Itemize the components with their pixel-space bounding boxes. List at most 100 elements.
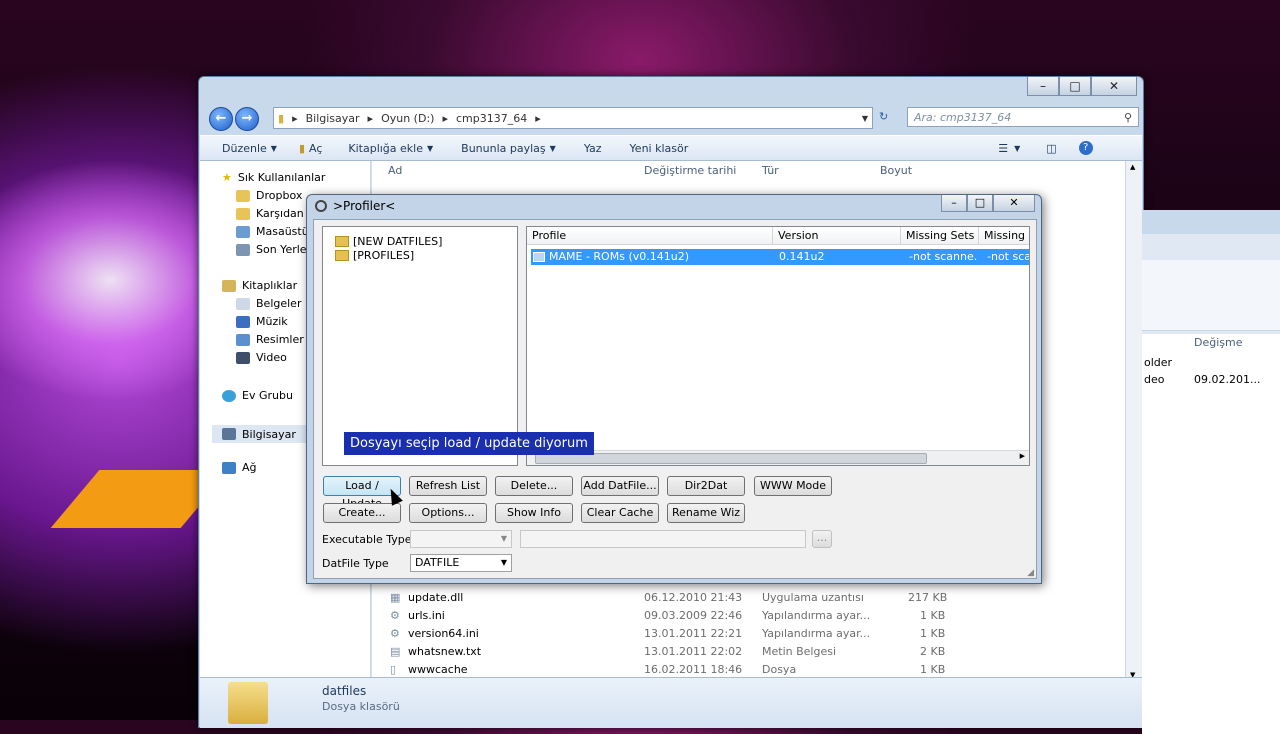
minimize-icon[interactable]: – <box>1027 77 1059 96</box>
toolbar-organize[interactable]: Düzenle <box>222 142 267 155</box>
chevron-down-icon[interactable]: ▼ <box>858 114 872 123</box>
preview-pane-icon[interactable]: ◫ <box>1046 142 1056 155</box>
nav-item-videos[interactable]: Video <box>236 351 287 364</box>
rename-wiz-button[interactable]: Rename Wiz <box>667 503 745 523</box>
column-header-size[interactable]: Boyut <box>880 161 912 181</box>
column-header-type[interactable]: Tür <box>762 161 779 181</box>
nav-libraries[interactable]: Kitaplıklar <box>222 279 297 292</box>
dialog-title: >Profiler< <box>333 199 396 213</box>
video-icon <box>236 351 250 364</box>
pictures-icon <box>236 333 250 346</box>
refresh-list-button[interactable]: Refresh List <box>409 476 487 496</box>
text-file-icon: ▤ <box>390 645 401 658</box>
search-icon <box>315 200 327 212</box>
dir2dat-button[interactable]: Dir2Dat <box>667 476 745 496</box>
nav-item-documents[interactable]: Belgeler <box>236 297 301 310</box>
search-icon[interactable]: ⚲ <box>1124 111 1132 124</box>
profile-tree[interactable]: [NEW DATFILES] [PROFILES] <box>322 226 518 466</box>
nav-network[interactable]: Ağ <box>222 461 257 474</box>
toolbar-open[interactable]: Aç <box>309 142 322 155</box>
toolbar-add-to-library[interactable]: Kitaplığa ekle <box>348 142 423 155</box>
clear-cache-button[interactable]: Clear Cache <box>581 503 659 523</box>
refresh-icon[interactable]: ↻ <box>879 110 888 123</box>
executable-type-label: Executable Type <box>322 533 412 546</box>
add-datfile-button[interactable]: Add DatFile... <box>581 476 659 496</box>
nav-item-desktop[interactable]: Masaüstü <box>236 225 309 238</box>
profile-grid[interactable]: Profile Version Missing Sets Missing F M… <box>526 226 1030 466</box>
list-item-date: 09.02.201... <box>1194 373 1261 386</box>
executable-type-select[interactable]: ▼ <box>410 530 512 548</box>
folder-icon: ▮ <box>278 111 285 125</box>
nav-item-downloads[interactable]: Karşıdan Y <box>236 207 314 220</box>
view-options-icon[interactable]: ☰ <box>998 142 1008 155</box>
column-header-name[interactable]: Ad <box>388 161 402 181</box>
horizontal-scrollbar[interactable]: ▶ <box>527 450 1029 465</box>
details-type: Dosya klasörü <box>322 700 400 713</box>
vertical-scrollbar[interactable]: ▲ ▼ <box>1125 161 1142 681</box>
scroll-right-icon[interactable]: ▶ <box>1020 452 1025 460</box>
toolbar-share-with[interactable]: Bununla paylaş <box>461 142 546 155</box>
column-header-missing-f[interactable]: Missing F <box>979 227 1029 245</box>
breadcrumb-item[interactable]: Bilgisayar <box>302 112 364 125</box>
table-row[interactable]: ⚙ urls.ini 09.03.2009 22:46 Yapılandırma… <box>372 607 1112 625</box>
close-icon[interactable]: ✕ <box>993 195 1035 212</box>
homegroup-icon <box>222 389 236 402</box>
column-header-version[interactable]: Version <box>773 227 901 245</box>
column-header-missing-sets[interactable]: Missing Sets <box>901 227 979 245</box>
maximize-icon[interactable]: □ <box>1059 77 1091 96</box>
column-header-date: Değişme <box>1194 336 1243 349</box>
annotation-caption: Dosyayı seçip load / update diyorum <box>344 432 594 455</box>
table-row[interactable]: ▦ update.dll 06.12.2010 21:43 Uygulama u… <box>372 589 1112 607</box>
nav-item-pictures[interactable]: Resimler <box>236 333 304 346</box>
create-button[interactable]: Create... <box>323 503 401 523</box>
breadcrumb-item[interactable]: cmp3137_64 <box>452 112 531 125</box>
column-header-date[interactable]: Değiştirme tarihi <box>644 161 736 181</box>
address-bar: ← → ▮ ▸ Bilgisayar ▸ Oyun (D:) ▸ cmp3137… <box>205 105 1139 131</box>
chevron-down-icon[interactable]: ▼ <box>1014 144 1020 153</box>
table-row[interactable]: ⚙ version64.ini 13.01.2011 22:21 Yapılan… <box>372 625 1112 643</box>
show-info-button[interactable]: Show Info <box>495 503 573 523</box>
tree-item-new-datfiles[interactable]: [NEW DATFILES] <box>335 235 442 248</box>
breadcrumb[interactable]: ▮ ▸ Bilgisayar ▸ Oyun (D:) ▸ cmp3137_64 … <box>273 107 873 129</box>
forward-arrow-icon[interactable]: → <box>235 107 259 131</box>
toolbar-new-folder[interactable]: Yeni klasör <box>630 142 689 155</box>
details-pane: datfiles Dosya klasörü <box>200 677 1142 728</box>
config-file-icon: ⚙ <box>390 627 400 640</box>
options-button[interactable]: Options... <box>409 503 487 523</box>
nav-item-recent[interactable]: Son Yerler <box>236 243 311 256</box>
breadcrumb-item[interactable]: Oyun (D:) <box>377 112 438 125</box>
datfile-type-select[interactable]: DATFILE ▼ <box>410 554 512 572</box>
table-row[interactable]: MAME - ROMs (v0.141u2) 0.141u2 -not scan… <box>531 249 1029 265</box>
back-arrow-icon[interactable]: ← <box>209 107 233 131</box>
folder-icon <box>228 682 268 724</box>
table-row[interactable]: ▤ whatsnew.txt 13.01.2011 22:02 Metin Be… <box>372 643 1112 661</box>
profile-icon <box>533 252 545 262</box>
nav-homegroup[interactable]: Ev Grubu <box>222 389 293 402</box>
list-item: older <box>1144 356 1173 369</box>
minimize-icon[interactable]: – <box>941 195 967 212</box>
folder-icon <box>335 236 349 247</box>
close-icon[interactable]: ✕ <box>1091 77 1137 96</box>
resize-grip-icon[interactable]: ◢ <box>1027 568 1034 578</box>
blank-file-icon: ▯ <box>390 663 397 676</box>
help-icon[interactable]: ? <box>1078 141 1093 155</box>
toolbar-burn[interactable]: Yaz <box>584 142 602 155</box>
browse-button[interactable]: ... <box>812 530 832 548</box>
tree-item-profiles[interactable]: [PROFILES] <box>335 249 414 262</box>
maximize-icon[interactable]: □ <box>967 195 993 212</box>
dialog-body: [NEW DATFILES] [PROFILES] Profile Versio… <box>313 219 1037 579</box>
delete-button[interactable]: Delete... <box>495 476 573 496</box>
executable-path-field[interactable] <box>520 530 806 548</box>
list-item: deo <box>1144 373 1165 386</box>
folder-icon <box>335 250 349 261</box>
search-input[interactable]: Ara: cmp3137_64 ⚲ <box>907 107 1139 127</box>
column-header-profile[interactable]: Profile <box>527 227 773 245</box>
www-mode-button[interactable]: WWW Mode <box>754 476 832 496</box>
chevron-down-icon: ▼ <box>500 534 507 543</box>
scroll-up-icon[interactable]: ▲ <box>1130 163 1135 171</box>
folder-icon <box>236 189 250 202</box>
recent-places-icon <box>236 243 250 256</box>
nav-item-music[interactable]: Müzik <box>236 315 288 328</box>
nav-favorites[interactable]: ★ Sık Kullanılanlar <box>222 171 325 184</box>
nav-item-dropbox[interactable]: Dropbox <box>236 189 302 202</box>
